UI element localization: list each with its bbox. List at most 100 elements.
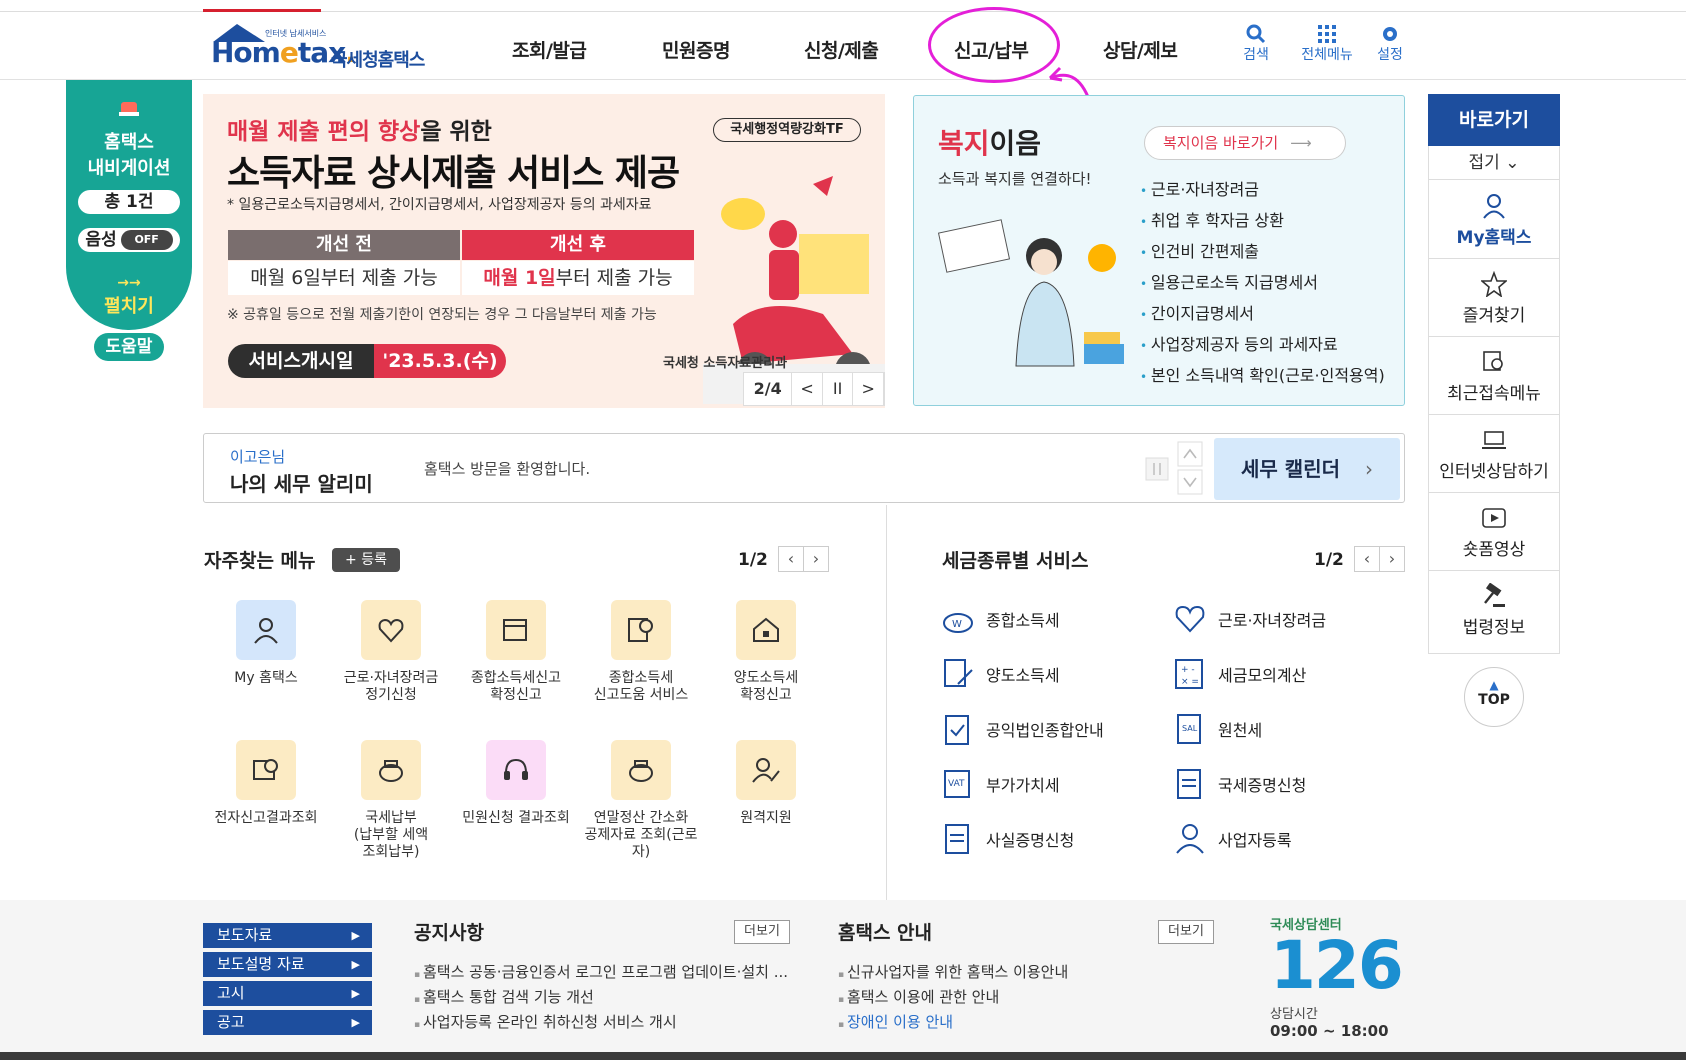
help-button[interactable]: 도움말 bbox=[94, 333, 164, 361]
freq-income-tax-report[interactable]: 종합소득세신고 확정신고 bbox=[453, 600, 579, 704]
quick-my-hometax[interactable]: My홈택스 bbox=[1429, 181, 1559, 259]
banner-next-button[interactable]: > bbox=[853, 373, 884, 405]
freq-year-end-deduction[interactable]: 연말정산 간소화 공제자료 조회(근로 자) bbox=[578, 740, 704, 861]
tax-services-title: 세금종류별 서비스 bbox=[942, 550, 1089, 572]
frequent-menu-title: 자주찾는 메뉴 bbox=[204, 550, 316, 572]
house-icon bbox=[736, 600, 796, 660]
quick-recent-menu[interactable]: 최근접속메뉴 bbox=[1429, 337, 1559, 415]
search-label: 검색 bbox=[1243, 47, 1269, 63]
search-tool[interactable]: 검색 bbox=[1228, 24, 1284, 64]
voice-switch[interactable]: OFF bbox=[120, 230, 173, 250]
frequent-prev-button[interactable]: ‹ bbox=[778, 546, 804, 572]
banner-note: * 일용근로소득지급명세서, 간이지급명세서, 사업장제공자 등의 과세자료 bbox=[227, 197, 652, 213]
taxsvc-transfer-income[interactable]: 양도소득세 bbox=[940, 656, 1060, 692]
tax-calendar-button[interactable]: 세무 캘린더 › bbox=[1214, 438, 1400, 500]
settings-tool[interactable]: 설정 bbox=[1362, 24, 1418, 64]
welfare-link[interactable]: 간이지급명세서 bbox=[1140, 298, 1385, 329]
welfare-link[interactable]: 본인 소득내역 확인(근로·인적용역) bbox=[1140, 360, 1385, 391]
taxsvc-tax-certificate[interactable]: 국세증명신청 bbox=[1172, 766, 1306, 802]
taxsvc-label: 사업자등록 bbox=[1218, 831, 1292, 850]
voice-toggle[interactable]: 음성 OFF bbox=[78, 228, 180, 252]
welfare-subtitle: 소득과 복지를 연결하다! bbox=[938, 170, 1092, 188]
banner-prev-button[interactable]: < bbox=[792, 373, 823, 405]
taxsvc-label: 종합소득세 bbox=[986, 611, 1060, 630]
freq-my-hometax[interactable]: My 홈택스 bbox=[203, 600, 329, 687]
frequent-next-button[interactable]: › bbox=[803, 546, 829, 572]
promo-banner[interactable]: 매월 제출 편의 향상을 위한 국세행정역량강화TF 소득자료 상시제출 서비스… bbox=[203, 94, 885, 408]
taxsvc-fact-certificate[interactable]: 사실증명신청 bbox=[940, 821, 1074, 857]
welfare-go-button[interactable]: 복지이음 바로가기 ⟶ bbox=[1144, 126, 1346, 160]
notice-title: 공지사항 bbox=[414, 922, 484, 944]
freq-label: 자) bbox=[631, 844, 651, 860]
taxsvc-earned-income-credit[interactable]: 근로·자녀장려금 bbox=[1172, 601, 1326, 637]
taxsvc-tax-simulation[interactable]: + - × = 세금모의계산 bbox=[1172, 656, 1306, 692]
notice-gosi-button[interactable]: 고시 ▶ bbox=[203, 981, 372, 1006]
quick-item-label: 최근접속메뉴 bbox=[1447, 384, 1541, 404]
quick-law-info[interactable]: 법령정보 bbox=[1429, 571, 1559, 649]
press-release-button[interactable]: 보도자료 ▶ bbox=[203, 923, 372, 948]
recent-search-icon bbox=[1483, 351, 1503, 371]
banner-controls: 2/4 < II > bbox=[743, 372, 885, 406]
taxsvc-withholding[interactable]: SAL 원천세 bbox=[1172, 711, 1262, 747]
taxsvc-prev-button[interactable]: ‹ bbox=[1354, 546, 1380, 572]
guide-item[interactable]: 홈택스 이용에 관한 안내 bbox=[838, 985, 999, 1010]
document-edit-icon bbox=[944, 659, 973, 687]
hometax-navigator[interactable]: 홈택스 내비게이션 총 1건 음성 OFF →→ 펼치기 bbox=[66, 80, 192, 330]
nav-consult-report[interactable]: 상담/제보 bbox=[1103, 36, 1178, 63]
freq-civil-result[interactable]: 민원신청 결과조회 bbox=[453, 740, 579, 827]
freq-label: 종합소득세신고 bbox=[470, 670, 562, 686]
welfare-link[interactable]: 인건비 간편제출 bbox=[1140, 236, 1385, 267]
quick-online-consult[interactable]: 인터넷상담하기 bbox=[1429, 415, 1559, 493]
freq-income-tax-help[interactable]: 종합소득세 신고도움 서비스 bbox=[578, 600, 704, 704]
nav-civil-certificate[interactable]: 민원증명 bbox=[662, 36, 730, 63]
navigator-count[interactable]: 총 1건 bbox=[78, 190, 180, 214]
scroll-top-button[interactable]: ▲ TOP bbox=[1464, 667, 1524, 727]
guide-item[interactable]: 장애인 이용 안내 bbox=[838, 1010, 953, 1035]
chevron-down-icon: ⌄ bbox=[1505, 153, 1520, 173]
freq-transfer-tax-report[interactable]: 양도소득세 확정신고 bbox=[703, 600, 829, 704]
welfare-link[interactable]: 사업장제공자 등의 과세자료 bbox=[1140, 329, 1385, 360]
footer-button-label: 고시 bbox=[217, 984, 245, 1002]
register-button[interactable]: + 등록 bbox=[332, 548, 400, 572]
frequent-page: 1/2 bbox=[738, 550, 768, 570]
svg-text:+ -: + - bbox=[1181, 665, 1195, 675]
banner-pause-button[interactable]: II bbox=[823, 373, 854, 405]
welfare-link[interactable]: 근로·자녀장려금 bbox=[1140, 174, 1385, 205]
notice-item[interactable]: 사업자등록 온라인 취하신청 서비스 개시 bbox=[414, 1010, 677, 1035]
consult-center-126[interactable]: 국세상담센터 126 상담시간 09:00 ~ 18:00 bbox=[1270, 914, 1404, 1044]
caret-right-icon: ▶ bbox=[351, 929, 360, 942]
taxsvc-vat[interactable]: VAT 부가가치세 bbox=[940, 766, 1060, 802]
quick-fold-button[interactable]: 접기 ⌄ bbox=[1429, 146, 1559, 180]
taxsvc-public-interest[interactable]: 공익법인종합안내 bbox=[940, 711, 1104, 747]
welfare-link[interactable]: 취업 후 학자금 상환 bbox=[1140, 205, 1385, 236]
guide-item[interactable]: 신규사업자를 위한 홈택스 이용안내 bbox=[838, 960, 1068, 985]
freq-earned-income-credit[interactable]: 근로·자녀장려금 정기신청 bbox=[328, 600, 454, 704]
tax-alert-bar: 이고은님 나의 세무 알리미 홈택스 방문을 환영합니다. 세무 캘린더 › bbox=[203, 433, 1405, 503]
freq-tax-payment[interactable]: 국세납부 (납부할 세액 조회납부) bbox=[328, 740, 454, 861]
taxsvc-next-button[interactable]: › bbox=[1379, 546, 1405, 572]
guide-more-button[interactable]: 더보기 bbox=[1158, 920, 1214, 944]
taxsvc-label: 원천세 bbox=[1218, 721, 1263, 740]
taxsvc-comprehensive-income[interactable]: W 종합소득세 bbox=[940, 601, 1060, 637]
document-icon bbox=[945, 824, 969, 854]
announcement-button[interactable]: 공고 ▶ bbox=[203, 1010, 372, 1035]
press-explanation-button[interactable]: 보도설명 자료 ▶ bbox=[203, 952, 372, 977]
freq-label: 정기신청 bbox=[365, 687, 417, 703]
hometax-logo[interactable]: 인터넷 납세서비스 Hometax. 국세청홈택스 bbox=[203, 22, 443, 78]
notice-more-button[interactable]: 더보기 bbox=[734, 920, 790, 944]
welfare-link[interactable]: 일용근로소득 지급명세서 bbox=[1140, 267, 1385, 298]
navigator-expand[interactable]: 펼치기 bbox=[66, 292, 192, 318]
quick-favorites[interactable]: 즐겨찾기 bbox=[1429, 259, 1559, 337]
freq-remote-support[interactable]: 원격지원 bbox=[703, 740, 829, 827]
nav-inquiry-issue[interactable]: 조회/발급 bbox=[512, 36, 587, 63]
notice-item[interactable]: 홈택스 통합 검색 기능 개선 bbox=[414, 985, 594, 1010]
freq-e-report-result[interactable]: 전자신고결과조회 bbox=[203, 740, 329, 827]
before-header: 개선 전 bbox=[228, 230, 460, 260]
quick-shortform-video[interactable]: 숏폼영상 bbox=[1429, 493, 1559, 571]
banner-org: 국세청 소득자료관리과 bbox=[663, 356, 788, 371]
all-menu-tool[interactable]: 전체메뉴 bbox=[1296, 24, 1358, 64]
notice-item[interactable]: 홈택스 공동·금융인증서 로그인 프로그램 업데이트·설치 ... bbox=[414, 960, 788, 985]
taxsvc-business-registration[interactable]: 사업자등록 bbox=[1172, 821, 1292, 857]
nav-application-submit[interactable]: 신청/제출 bbox=[804, 36, 879, 63]
freq-label: 연말정산 간소화 bbox=[593, 810, 689, 826]
